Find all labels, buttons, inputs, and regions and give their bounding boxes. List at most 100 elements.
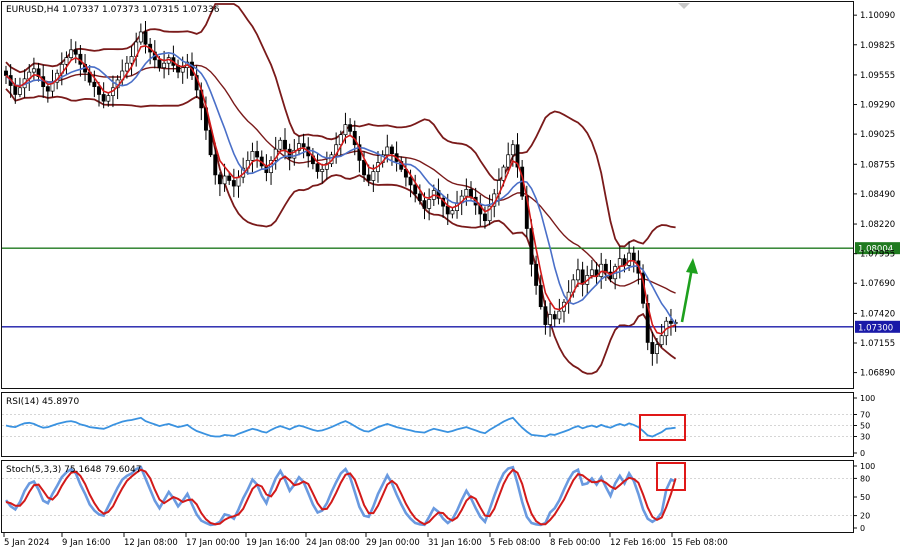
candle-body — [543, 306, 548, 325]
stoch-label: Stoch(5,3,3) 75.1648 79.6047 — [6, 465, 141, 475]
candle-body — [552, 314, 557, 320]
candle-body — [227, 175, 232, 181]
price-tick-label: 1.08490 — [860, 190, 895, 200]
candle-body — [371, 171, 376, 181]
candle-body — [362, 160, 367, 176]
candle-body — [124, 62, 129, 72]
candle-body — [18, 87, 22, 95]
candle-body — [73, 49, 78, 55]
candle-body — [655, 344, 659, 354]
price-tick-label: 1.07955 — [860, 250, 895, 260]
candle-body — [45, 86, 50, 92]
candle-body — [301, 143, 306, 148]
time-tick-label: 9 Jan 16:00 — [62, 538, 110, 548]
candle-body — [617, 258, 622, 267]
candle-body — [659, 335, 664, 346]
stoch-tick-label: 50 — [860, 493, 870, 502]
time-tick-label: 24 Jan 08:00 — [306, 538, 360, 548]
candle-body — [278, 139, 283, 150]
candle-body — [408, 176, 413, 186]
candle-body — [92, 81, 97, 88]
candle-body — [538, 285, 543, 308]
candle-body — [422, 200, 427, 209]
stoch-tick-label: 100 — [860, 462, 875, 471]
candle-body — [343, 124, 348, 136]
time-tick-label: 19 Jan 16:00 — [246, 538, 300, 548]
candle-body — [222, 175, 227, 185]
candle-body — [348, 124, 353, 132]
level-tag-label-1: 1.07300 — [858, 323, 893, 333]
price-tick-label: 1.06890 — [860, 369, 895, 379]
candle-body — [236, 176, 241, 187]
rsi-tick-label: 70 — [860, 411, 870, 420]
candle-body — [510, 144, 515, 156]
candle-body — [445, 205, 450, 215]
candle-body — [548, 314, 553, 325]
time-tick-label: 31 Jan 16:00 — [428, 538, 482, 548]
rsi-tick-label: 50 — [860, 422, 870, 431]
stoch-tick-label: 0 — [860, 524, 865, 533]
candle-body — [106, 95, 111, 102]
candle-body — [283, 139, 287, 150]
candle-body — [390, 146, 394, 155]
candle-body — [320, 168, 325, 172]
time-tick-label: 15 Feb 08:00 — [672, 538, 728, 548]
candle-body — [162, 62, 167, 69]
candle-body — [180, 67, 185, 73]
candle-body — [213, 154, 218, 176]
candle-body — [469, 189, 473, 198]
time-tick-label: 12 Feb 16:00 — [610, 538, 666, 548]
price-tick-label: 1.09290 — [860, 101, 895, 111]
rsi-tick-label: 30 — [860, 433, 870, 442]
candle-body — [506, 154, 511, 168]
time-tick-label: 8 Feb 00:00 — [550, 538, 600, 548]
candle-body — [13, 85, 18, 95]
candle-body — [255, 151, 260, 158]
candle-body — [143, 31, 148, 45]
candle-body — [650, 342, 655, 354]
candle-body — [483, 213, 487, 222]
candle-body — [631, 252, 636, 262]
time-tick-label: 12 Jan 08:00 — [124, 538, 178, 548]
chart-canvas[interactable]: 1.080041.07300 1.100901.098251.095551.09… — [0, 0, 900, 552]
candle-body — [97, 86, 101, 95]
rsi-label: RSI(14) 45.8970 — [6, 397, 79, 407]
candle-body — [101, 94, 106, 102]
candle-body — [627, 252, 632, 266]
candle-body — [129, 56, 134, 64]
candle-body — [599, 263, 604, 277]
candle-body — [417, 193, 422, 201]
candle-body — [4, 70, 8, 76]
candle-body — [231, 180, 236, 187]
time-tick-label: 5 Jan 2024 — [4, 538, 50, 548]
stoch-tick-label: 20 — [860, 512, 870, 521]
stoch-tick-label: 80 — [860, 474, 870, 483]
price-tick-label: 1.10090 — [860, 11, 895, 21]
candle-body — [501, 166, 506, 181]
price-tick-label: 1.09025 — [860, 130, 895, 140]
price-tick-label: 1.07690 — [860, 279, 895, 289]
candle-body — [315, 163, 320, 172]
trading-chart[interactable]: 1.08004 1.07300 1.10090 1.09825 1.09555 1.09… — [0, 0, 900, 552]
candle-body — [385, 146, 390, 156]
time-tick-label: 29 Jan 00:00 — [366, 538, 420, 548]
price-tick-label: 1.07420 — [860, 309, 895, 319]
candle-body — [575, 269, 580, 281]
price-tick-label: 1.09555 — [860, 71, 895, 81]
candle-body — [534, 263, 539, 286]
price-tick-label: 1.08755 — [860, 160, 895, 170]
candle-body — [208, 129, 213, 156]
candle-body — [250, 151, 255, 161]
price-tick-label: 1.08220 — [860, 220, 895, 230]
candle-body — [464, 189, 469, 197]
time-tick-label: 17 Jan 00:00 — [186, 538, 240, 548]
candle-body — [366, 174, 371, 181]
candle-body — [450, 210, 455, 215]
candle-body — [589, 269, 594, 276]
candle-body — [157, 59, 162, 69]
candle-body — [427, 199, 432, 209]
candle-body — [413, 184, 418, 195]
time-tick-label: 5 Feb 08:00 — [490, 538, 540, 548]
candle-body — [69, 49, 74, 58]
candle-body — [138, 31, 143, 43]
